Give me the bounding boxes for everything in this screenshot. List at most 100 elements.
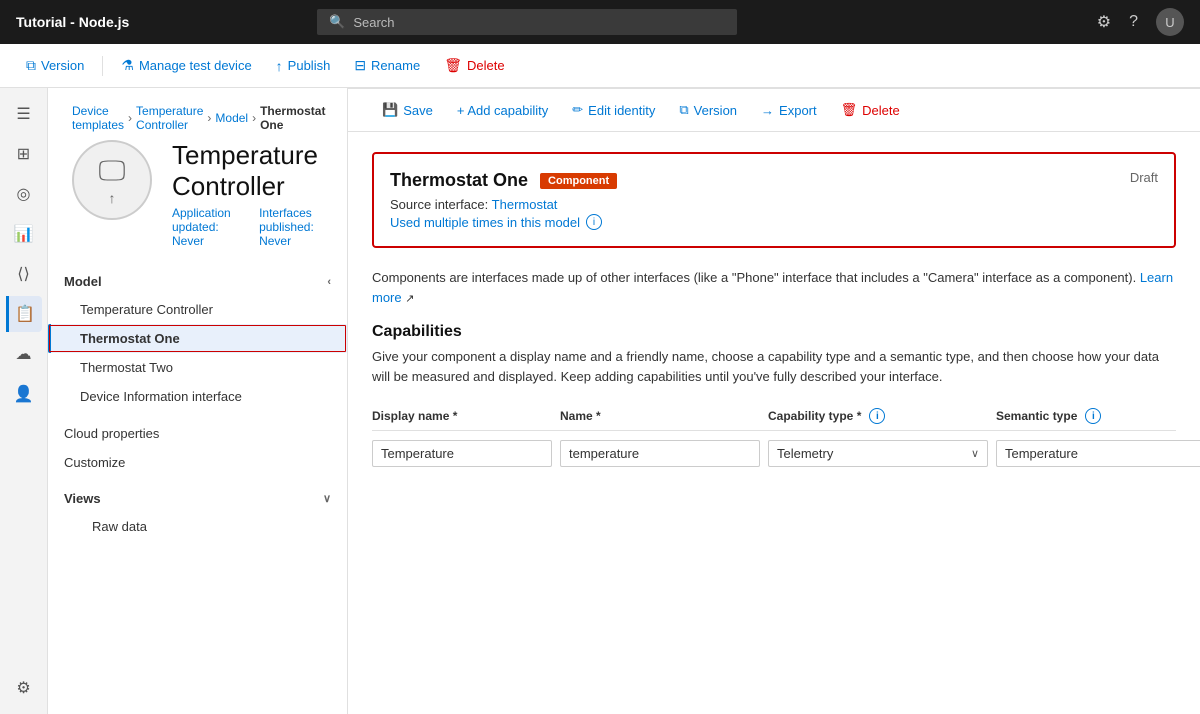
component-header: Thermostat One Component bbox=[390, 170, 1158, 191]
semantic-type-info-icon[interactable]: i bbox=[1085, 408, 1101, 424]
external-link-icon: ↗ bbox=[405, 293, 414, 305]
topbar: Tutorial - Node.js 🔍 Search ⚙ ? U bbox=[0, 0, 1200, 44]
views-chevron-icon: ∨ bbox=[323, 492, 331, 505]
sidebar-jobs[interactable]: ☁ bbox=[6, 336, 42, 372]
main-area: Draft Thermostat One Component Source in… bbox=[348, 132, 1200, 487]
icon-sidebar: ☰ ⊞ ◎ 📊 ⟨⟩ 📋 ☁ 👤 ⚙ bbox=[0, 88, 48, 714]
nav-temperature-controller[interactable]: Temperature Controller bbox=[48, 295, 347, 324]
component-box: Draft Thermostat One Component Source in… bbox=[372, 152, 1176, 248]
draft-label: Draft bbox=[1130, 170, 1158, 185]
component-used: Used multiple times in this model i bbox=[390, 214, 1158, 230]
sidebar-devices[interactable]: ◎ bbox=[6, 176, 42, 212]
display-name-input[interactable] bbox=[372, 440, 552, 467]
capabilities-desc: Give your component a display name and a… bbox=[372, 347, 1176, 386]
publish-icon: ↑ bbox=[276, 58, 283, 74]
col-capability-label: Capability type * bbox=[768, 409, 861, 423]
name-input[interactable] bbox=[560, 440, 760, 467]
delete-content-icon: 🗑 bbox=[841, 102, 858, 118]
search-placeholder: Search bbox=[353, 15, 394, 30]
user-avatar[interactable]: U bbox=[1156, 8, 1184, 36]
nav-device-info[interactable]: Device Information interface bbox=[48, 382, 347, 411]
sidebar-settings[interactable]: ⚙ bbox=[6, 670, 42, 706]
nav-thermostat-two[interactable]: Thermostat Two bbox=[48, 353, 347, 382]
save-button[interactable]: 💾 Save bbox=[372, 97, 443, 123]
search-bar[interactable]: 🔍 Search bbox=[317, 9, 737, 35]
col-display-name: Display name * bbox=[372, 408, 552, 424]
col-display-name-label: Display name * bbox=[372, 409, 457, 423]
sidebar-data[interactable]: ⟨⟩ bbox=[6, 256, 42, 292]
breadcrumb-model[interactable]: Model bbox=[215, 111, 248, 125]
desc-text: Components are interfaces made up of oth… bbox=[372, 270, 1136, 285]
nav-tree: Model ‹ Temperature Controller Thermosta… bbox=[48, 256, 347, 549]
capability-row: Telemetry ∨ Temperature ∨ ✕ ∨ bbox=[372, 439, 1176, 467]
views-label: Views bbox=[64, 491, 101, 506]
device-meta: Application updated: Never Interfaces pu… bbox=[172, 206, 323, 248]
rename-label: Rename bbox=[371, 58, 420, 73]
version-content-icon: ⧉ bbox=[679, 102, 688, 118]
save-icon: 💾 bbox=[382, 102, 398, 118]
breadcrumb-sep-2: › bbox=[207, 111, 211, 125]
sidebar-templates[interactable]: 📋 bbox=[6, 296, 42, 332]
add-capability-button[interactable]: + Add capability bbox=[447, 98, 558, 123]
col-semantic-type: Semantic type i bbox=[996, 408, 1200, 424]
breadcrumb-sep-1: › bbox=[128, 111, 132, 125]
topbar-icons: ⚙ ? U bbox=[1097, 8, 1184, 36]
delete-button[interactable]: 🗑 Delete bbox=[434, 52, 514, 79]
device-title: Temperature Controller bbox=[172, 140, 323, 202]
version-icon: ⧉ bbox=[26, 57, 36, 74]
publish-button[interactable]: ↑ Publish bbox=[266, 53, 341, 79]
source-value[interactable]: Thermostat bbox=[492, 197, 558, 212]
component-title: Thermostat One bbox=[390, 170, 528, 191]
export-button[interactable]: → Export bbox=[751, 98, 827, 123]
nav-raw-data[interactable]: Raw data bbox=[48, 512, 347, 541]
version-button[interactable]: ⧉ Version bbox=[16, 52, 94, 79]
nav-thermostat-one[interactable]: Thermostat One bbox=[48, 324, 347, 353]
semantic-type-select[interactable]: Temperature ∨ bbox=[996, 440, 1200, 467]
manage-label: Manage test device bbox=[139, 58, 252, 73]
manage-icon: ⚗ bbox=[121, 57, 134, 74]
version-content-label: Version bbox=[694, 103, 737, 118]
device-header: Device templates › Temperature Controlle… bbox=[48, 88, 347, 256]
component-badge: Component bbox=[540, 173, 617, 189]
app-layout: ☰ ⊞ ◎ 📊 ⟨⟩ 📋 ☁ 👤 ⚙ Device templates › Te… bbox=[0, 88, 1200, 714]
version-content-button[interactable]: ⧉ Version bbox=[669, 97, 747, 123]
breadcrumb: Device templates › Temperature Controlle… bbox=[72, 104, 323, 132]
capability-type-info-icon[interactable]: i bbox=[869, 408, 885, 424]
main-content: 💾 Save + Add capability ✏ Edit identity … bbox=[348, 88, 1200, 714]
delete-label: Delete bbox=[467, 58, 505, 73]
settings-icon[interactable]: ⚙ bbox=[1097, 12, 1111, 32]
app-title: Tutorial - Node.js bbox=[16, 14, 129, 30]
save-label: Save bbox=[403, 103, 433, 118]
delete-icon: 🗑 bbox=[444, 57, 462, 74]
used-info-icon[interactable]: i bbox=[586, 214, 602, 230]
views-section-header[interactable]: Views ∨ bbox=[48, 481, 347, 512]
edit-icon: ✏ bbox=[572, 102, 583, 118]
interfaces-published: Interfaces published: Never bbox=[259, 206, 323, 248]
nav-panel: Device templates › Temperature Controlle… bbox=[48, 88, 348, 714]
model-section-header[interactable]: Model ‹ bbox=[48, 264, 347, 295]
nav-customize[interactable]: Customize bbox=[48, 448, 347, 477]
nav-cloud-properties[interactable]: Cloud properties bbox=[48, 419, 347, 448]
rename-button[interactable]: ⊟ Rename bbox=[344, 52, 430, 79]
breadcrumb-current: Thermostat One bbox=[260, 104, 325, 132]
model-label: Model bbox=[64, 274, 102, 289]
add-capability-label: + Add capability bbox=[457, 103, 548, 118]
publish-label: Publish bbox=[288, 58, 331, 73]
used-label: Used multiple times in this model bbox=[390, 215, 580, 230]
edit-identity-button[interactable]: ✏ Edit identity bbox=[562, 97, 665, 123]
version-label: Version bbox=[41, 58, 84, 73]
sidebar-dashboard[interactable]: ⊞ bbox=[6, 136, 42, 172]
manage-test-device-button[interactable]: ⚗ Manage test device bbox=[111, 52, 261, 79]
sidebar-hamburger[interactable]: ☰ bbox=[6, 96, 42, 132]
delete-content-label: Delete bbox=[862, 103, 900, 118]
help-icon[interactable]: ? bbox=[1129, 13, 1138, 31]
toolbar-divider-1 bbox=[102, 56, 103, 76]
export-label: Export bbox=[779, 103, 817, 118]
breadcrumb-temperature-controller[interactable]: Temperature Controller bbox=[136, 104, 203, 132]
delete-content-button[interactable]: 🗑 Delete bbox=[831, 97, 910, 123]
breadcrumb-device-templates[interactable]: Device templates bbox=[72, 104, 124, 132]
sidebar-analytics[interactable]: 📊 bbox=[6, 216, 42, 252]
sidebar-users[interactable]: 👤 bbox=[6, 376, 42, 412]
capability-type-select[interactable]: Telemetry ∨ bbox=[768, 440, 988, 467]
rename-icon: ⊟ bbox=[354, 57, 366, 74]
